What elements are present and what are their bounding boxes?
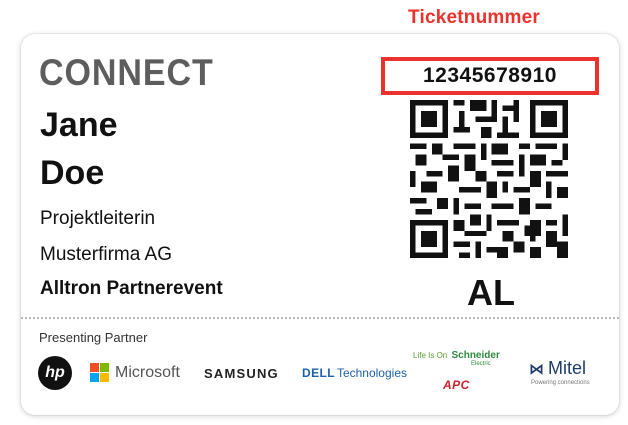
badge-preview-stage: Ticketnummer CONNECT Jane Doe Projektlei… [0,0,628,425]
dotted-divider [21,317,619,319]
schneider-wordmark: Schneider [451,350,500,361]
microsoft-wordmark: Microsoft [115,363,180,381]
microsoft-windows-icon [90,363,109,382]
schneider-tagline: Life Is On [413,351,448,360]
microsoft-logo: Microsoft [90,363,180,382]
apc-logo: APC [443,378,470,392]
hp-logo: hp [38,356,72,390]
attendee-first-name: Jane [40,106,118,144]
qr-code-icon [410,100,568,258]
attendee-role: Projektleiterin [40,208,156,229]
schneider-apc-logo: Life Is On Schneider Electric APC [413,350,523,406]
ticket-number-callout-label: Ticketnummer [408,7,540,28]
mitel-tagline: Powering connections [531,380,590,386]
sponsor-logos-row: hp Microsoft SAMSUNG DELL Technologies L… [21,350,619,408]
ticket-number-box: 12345678910 [381,57,599,95]
attendee-last-name: Doe [40,154,105,192]
attendee-category-code: AL [467,272,515,313]
mitel-mark-icon: ⋈ [529,360,544,378]
mitel-wordmark: Mitel [548,358,587,378]
event-name: Alltron Partnerevent [40,278,223,299]
mitel-logo: ⋈ Mitel Powering connections [529,358,611,398]
samsung-logo: SAMSUNG [204,366,279,381]
dell-technologies-logo: DELL Technologies [302,366,407,380]
dell-wordmark: DELL [302,366,335,380]
presenting-partner-label: Presenting Partner [39,330,148,345]
attendee-company: Musterfirma AG [40,244,172,265]
schneider-logo: Life Is On Schneider [413,350,500,361]
dell-technologies-suffix: Technologies [336,366,407,380]
event-badge-card: CONNECT Jane Doe Projektleiterin Musterf… [21,34,619,415]
schneider-electric-subtext: Electric [471,361,491,367]
connect-logo: CONNECT [39,52,214,93]
